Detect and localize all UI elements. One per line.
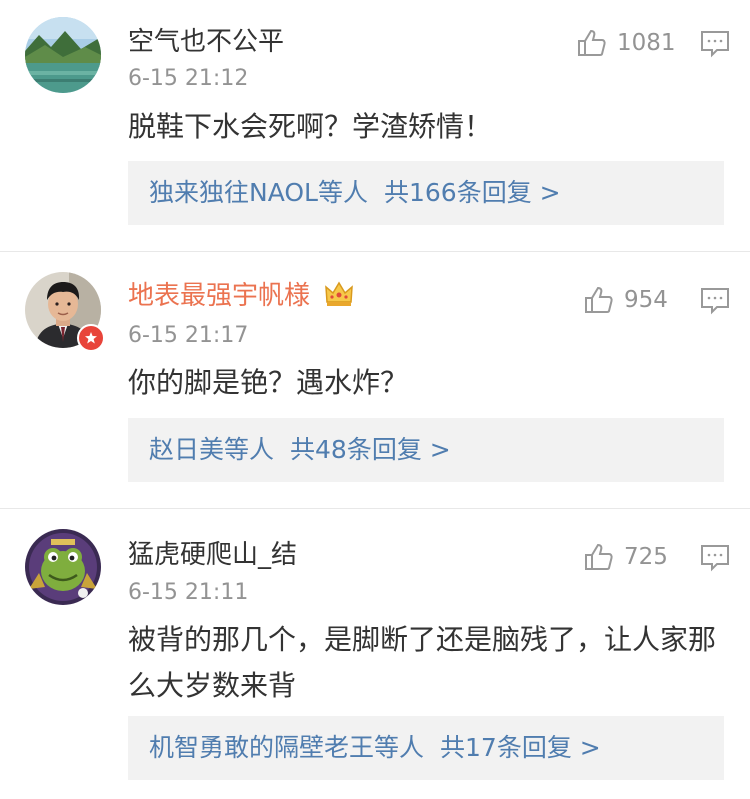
comment-reply-icon[interactable] (701, 288, 729, 315)
reply-users: 赵日美等人 (149, 435, 275, 464)
like-button[interactable]: 1081 (577, 28, 676, 58)
username-text: 地表最强宇帆様 (128, 281, 311, 311)
vip-crown-icon (325, 281, 354, 306)
reply-users: 机智勇敢的隔壁老王等人 (149, 733, 425, 762)
username[interactable]: 空气也不公平 (128, 27, 284, 57)
reply-summary[interactable]: 赵日美等人 共48条回复 > (128, 418, 724, 482)
username[interactable]: 猛虎硬爬山_结 (128, 540, 297, 570)
comment-item: 地表最强宇帆様 6-15 21:17 954 你的脚是铯？遇水炸？ 赵日美等人共… (0, 251, 750, 508)
like-count: 954 (624, 287, 668, 313)
reply-users: 独来独往NAOL等人 (149, 178, 368, 207)
thumbs-up-icon (585, 543, 613, 570)
verified-badge-icon (77, 324, 105, 352)
cartoon-avatar-image (25, 529, 101, 605)
reply-summary[interactable]: 机智勇敢的隔壁老王等人 共17条回复 > (128, 716, 724, 780)
avatar[interactable] (25, 17, 101, 93)
timestamp: 6-15 21:11 (128, 580, 249, 605)
reply-count: 共48条回复 (290, 435, 422, 464)
timestamp: 6-15 21:12 (128, 66, 249, 91)
chevron-right-icon: > (579, 733, 601, 762)
username[interactable]: 地表最强宇帆様 (128, 280, 354, 311)
thumbs-up-icon (585, 286, 613, 313)
comment-text: 脱鞋下水会死啊？学渣矫情！ (128, 110, 493, 143)
comment-item: 猛虎硬爬山_结 6-15 21:11 725 被背的那几个，是脚断了还是脑残了，… (0, 508, 750, 799)
like-button[interactable]: 725 (584, 542, 668, 572)
reply-summary[interactable]: 独来独往NAOL等人 共166条回复 > (128, 161, 724, 225)
comment-text: 你的脚是铯？遇水炸？ (128, 366, 409, 399)
reply-count: 共166条回复 (383, 178, 532, 207)
thumbs-up-icon (578, 29, 606, 56)
comment-item: 空气也不公平 6-15 21:12 1081 脱鞋下水会死啊？学渣矫情！ 独来独… (0, 0, 750, 251)
like-count: 725 (624, 544, 668, 570)
timestamp: 6-15 21:17 (128, 323, 249, 348)
like-count: 1081 (617, 30, 676, 56)
comment-reply-icon[interactable] (701, 545, 729, 572)
comment-text: 被背的那几个，是脚断了还是脑残了，让人家那么大岁数来背 (128, 623, 717, 702)
reply-count: 共17条回复 (440, 733, 572, 762)
chevron-right-icon: > (539, 178, 561, 207)
avatar[interactable] (25, 529, 101, 605)
comment-reply-icon[interactable] (701, 31, 729, 58)
like-button[interactable]: 954 (584, 285, 668, 315)
landscape-avatar-image (25, 17, 101, 93)
chevron-right-icon: > (429, 435, 451, 464)
